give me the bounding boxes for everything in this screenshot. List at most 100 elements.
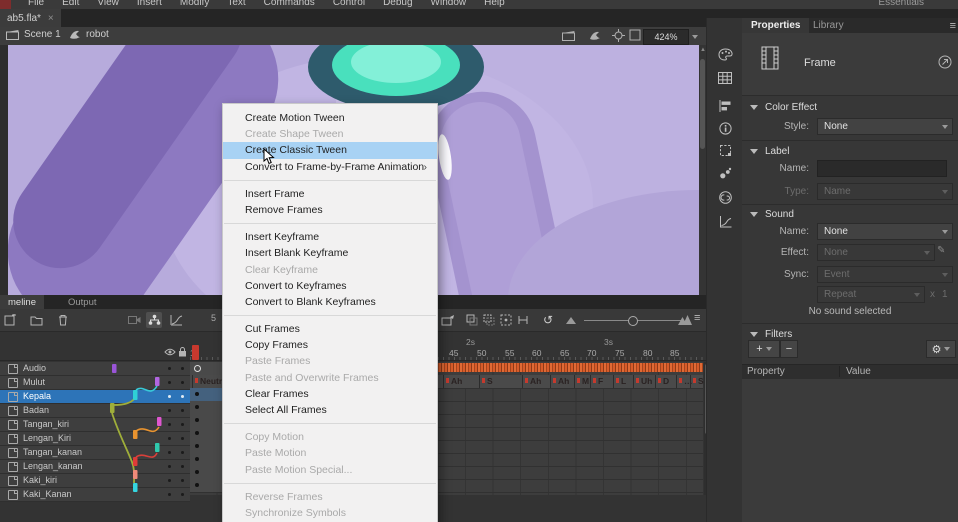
loop-icon[interactable]: ↺ bbox=[540, 312, 556, 328]
layer-row-tangan-kanan[interactable]: Tangan_kanan bbox=[0, 446, 190, 460]
menu-file[interactable]: File bbox=[19, 0, 53, 8]
color-panel-icon[interactable] bbox=[717, 46, 733, 62]
history-panel-icon[interactable] bbox=[717, 214, 733, 230]
scene-breadcrumb[interactable]: Scene 1 bbox=[6, 29, 61, 40]
tab-timeline[interactable]: meline bbox=[0, 295, 44, 309]
menu-item-insert-frame[interactable]: Insert Frame bbox=[223, 186, 437, 202]
timeline-panel-menu-icon[interactable]: ≡ bbox=[694, 312, 700, 324]
collapse-icon bbox=[750, 212, 758, 217]
menu-commands[interactable]: Commands bbox=[255, 0, 324, 8]
onion-skin-icon[interactable] bbox=[464, 312, 480, 328]
edit-scene-icon[interactable] bbox=[562, 30, 575, 41]
menu-view[interactable]: View bbox=[88, 0, 128, 8]
align-panel-icon[interactable] bbox=[717, 98, 733, 114]
menu-item-remove-frames[interactable]: Remove Frames bbox=[223, 202, 437, 218]
transform-panel-icon[interactable] bbox=[717, 142, 733, 158]
timeline-zoom-out-icon[interactable] bbox=[566, 317, 576, 324]
symbol-breadcrumb[interactable]: robot bbox=[68, 29, 109, 40]
edit-symbol-icon[interactable] bbox=[588, 30, 601, 41]
lock-column-icon[interactable] bbox=[178, 347, 187, 357]
menu-control[interactable]: Control bbox=[324, 0, 374, 8]
menu-item-convert-frame-by-frame[interactable]: Convert to Frame-by-Frame Animation› bbox=[223, 159, 437, 175]
layer-icon bbox=[8, 448, 18, 458]
no-sound-status: No sound selected bbox=[742, 306, 958, 317]
label-name-label: Name: bbox=[747, 163, 809, 174]
menu-item-clear-keyframe: Clear Keyframe bbox=[223, 262, 437, 278]
section-sound[interactable]: Sound bbox=[750, 209, 794, 220]
edit-sound-pencil-icon[interactable]: ✎ bbox=[937, 245, 945, 256]
edit-multiple-frames-icon[interactable] bbox=[498, 312, 514, 328]
menu-item-paste-overwrite-frames: Paste and Overwrite Frames bbox=[223, 370, 437, 386]
new-folder-button[interactable] bbox=[28, 312, 44, 328]
menu-modify[interactable]: Modify bbox=[171, 0, 218, 8]
menu-item-create-motion-tween[interactable]: Create Motion Tween bbox=[223, 110, 437, 126]
layer-row-badan[interactable]: Badan bbox=[0, 404, 190, 418]
menu-item-create-classic-tween[interactable]: Create Classic Tween bbox=[223, 142, 437, 158]
menu-edit[interactable]: Edit bbox=[53, 0, 88, 8]
zoom-level-select[interactable]: 424% bbox=[643, 29, 689, 45]
new-layer-button[interactable] bbox=[2, 312, 18, 328]
brush-library-panel-icon[interactable] bbox=[717, 165, 733, 181]
properties-panel-menu-icon[interactable]: ≡ bbox=[950, 20, 956, 32]
menu-item-copy-frames[interactable]: Copy Frames bbox=[223, 337, 437, 353]
swatches-panel-icon[interactable] bbox=[717, 70, 733, 86]
menu-item-clear-frames[interactable]: Clear Frames bbox=[223, 386, 437, 402]
sound-name-select[interactable]: None bbox=[817, 223, 953, 240]
tab-properties[interactable]: Properties bbox=[742, 18, 809, 33]
menu-text[interactable]: Text bbox=[218, 0, 254, 8]
playhead[interactable] bbox=[192, 345, 199, 360]
timeline-zoom-in-icon[interactable] bbox=[678, 315, 692, 325]
layer-row-lengan-kanan[interactable]: Lengan_kanan bbox=[0, 460, 190, 474]
repeat-count-value: 1 bbox=[942, 289, 948, 300]
menu-item-select-all-frames[interactable]: Select All Frames bbox=[223, 402, 437, 418]
symbol-icon bbox=[68, 29, 81, 40]
insert-keyframe-icon[interactable] bbox=[440, 312, 456, 328]
menu-item-convert-to-blank-keyframes[interactable]: Convert to Blank Keyframes bbox=[223, 294, 437, 310]
tab-output[interactable]: Output bbox=[60, 295, 105, 309]
remove-filter-button[interactable]: − bbox=[780, 340, 798, 358]
document-tab[interactable]: ab5.fla* × bbox=[0, 9, 61, 27]
layer-row-kaki-kiri[interactable]: Kaki_kiri bbox=[0, 474, 190, 488]
menu-item-paste-frames: Paste Frames bbox=[223, 353, 437, 369]
label-name-input[interactable] bbox=[817, 160, 947, 177]
style-select[interactable]: None bbox=[817, 118, 953, 135]
layer-row-tangan-kiri[interactable]: Tangan_kiri bbox=[0, 418, 190, 432]
section-color-effect[interactable]: Color Effect bbox=[750, 102, 817, 113]
stage-vertical-scrollbar[interactable]: ▲ bbox=[699, 45, 706, 295]
add-filter-button[interactable]: + bbox=[748, 340, 780, 358]
workspace-switcher[interactable]: Essentials bbox=[878, 0, 924, 8]
cc-libraries-panel-icon[interactable] bbox=[717, 189, 733, 205]
close-tab-icon[interactable]: × bbox=[48, 13, 54, 24]
clip-content-icon[interactable] bbox=[629, 29, 641, 41]
circular-arrow-icon[interactable] bbox=[938, 55, 952, 69]
layer-row-audio[interactable]: Audio bbox=[0, 362, 190, 376]
parenting-view-icon[interactable] bbox=[146, 312, 162, 328]
menu-item-cut-frames[interactable]: Cut Frames bbox=[223, 321, 437, 337]
timeline-zoom-handle[interactable] bbox=[628, 316, 638, 326]
menu-window[interactable]: Window bbox=[422, 0, 476, 8]
visibility-column-icon[interactable] bbox=[164, 348, 176, 356]
info-panel-icon[interactable] bbox=[717, 120, 733, 136]
graph-editor-icon[interactable] bbox=[168, 312, 184, 328]
delete-layer-button[interactable] bbox=[55, 312, 71, 328]
layer-row-lengan-kiri[interactable]: Lengan_Kiri bbox=[0, 432, 190, 446]
zoom-chevron-icon[interactable] bbox=[692, 35, 698, 39]
center-stage-icon[interactable] bbox=[612, 29, 625, 42]
menu-item-insert-blank-keyframe[interactable]: Insert Blank Keyframe bbox=[223, 245, 437, 261]
section-label[interactable]: Label bbox=[750, 146, 789, 157]
layer-row-kepala[interactable]: Kepala bbox=[0, 390, 190, 404]
camera-icon[interactable] bbox=[126, 312, 142, 328]
app-logo bbox=[0, 0, 11, 9]
menu-insert[interactable]: Insert bbox=[128, 0, 171, 8]
tab-library[interactable]: Library bbox=[804, 18, 853, 33]
onion-skin-outline-icon[interactable] bbox=[481, 312, 497, 328]
menu-help[interactable]: Help bbox=[475, 0, 514, 8]
filter-options-button[interactable]: ⚙ bbox=[926, 340, 956, 358]
menu-item-insert-keyframe[interactable]: Insert Keyframe bbox=[223, 229, 437, 245]
layer-row-mulut[interactable]: Mulut bbox=[0, 376, 190, 390]
section-filters[interactable]: Filters bbox=[750, 329, 792, 340]
menu-item-convert-to-keyframes[interactable]: Convert to Keyframes bbox=[223, 278, 437, 294]
modify-markers-icon[interactable] bbox=[515, 312, 531, 328]
layer-row-kaki-kanan[interactable]: Kaki_Kanan bbox=[0, 488, 190, 502]
menu-debug[interactable]: Debug bbox=[374, 0, 421, 8]
